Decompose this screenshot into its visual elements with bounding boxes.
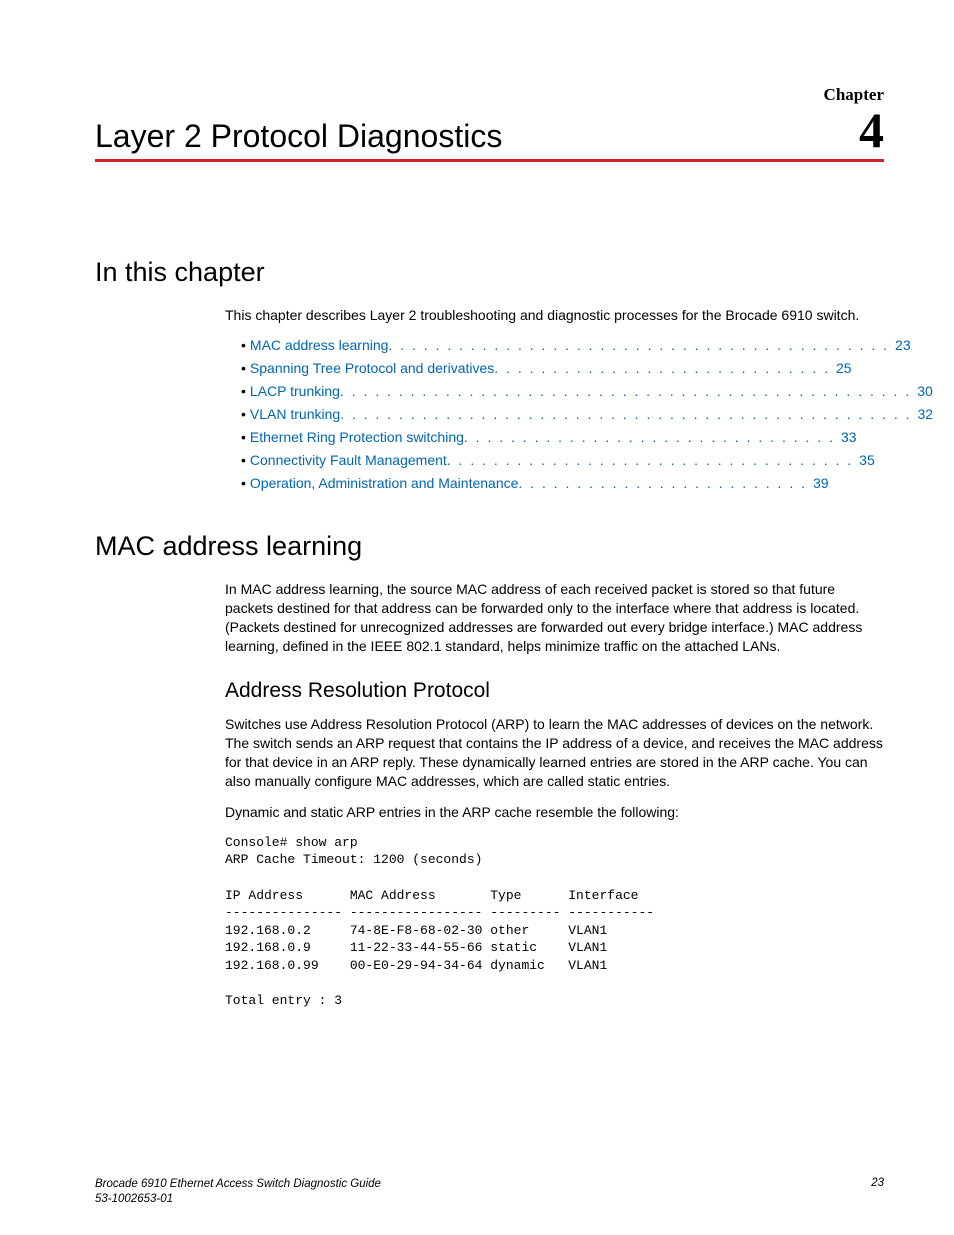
toc-leader: . . . . . . . . . . . . . . . . . . . . …: [447, 452, 853, 468]
bullet-icon: •: [241, 452, 246, 468]
bullet-icon: •: [241, 475, 246, 491]
toc-list: • MAC address learning . . . . . . . . .…: [241, 337, 884, 491]
toc-page[interactable]: 39: [813, 475, 829, 491]
toc-item: • MAC address learning . . . . . . . . .…: [241, 337, 884, 353]
toc-item: • Operation, Administration and Maintena…: [241, 475, 884, 491]
toc-page[interactable]: 23: [895, 337, 911, 353]
toc-leader: . . . . . . . . . . . . . . . . . . . . …: [518, 475, 807, 491]
footer-doc-number: 53-1002653-01: [95, 1192, 381, 1207]
toc-page[interactable]: 33: [841, 429, 857, 445]
toc-link-vlan-trunking[interactable]: VLAN trunking: [250, 406, 340, 422]
chapter-label: Chapter: [95, 85, 884, 105]
toc-leader: . . . . . . . . . . . . . . . . . . . . …: [494, 360, 830, 376]
console-output: Console# show arp ARP Cache Timeout: 120…: [225, 834, 884, 1009]
toc-link-connectivity-fault[interactable]: Connectivity Fault Management: [250, 452, 447, 468]
toc-page[interactable]: 35: [859, 452, 875, 468]
subsection-arp: Address Resolution Protocol: [225, 679, 884, 703]
toc-item: • Connectivity Fault Management . . . . …: [241, 452, 884, 468]
toc-link-spanning-tree[interactable]: Spanning Tree Protocol and derivatives: [250, 360, 494, 376]
arp-paragraph-2: Dynamic and static ARP entries in the AR…: [225, 803, 884, 822]
section-in-this-chapter: In this chapter: [95, 257, 884, 288]
section-mac-address-learning: MAC address learning: [95, 531, 884, 562]
toc-leader: . . . . . . . . . . . . . . . . . . . . …: [340, 383, 911, 399]
toc-page[interactable]: 30: [917, 383, 933, 399]
toc-item: • LACP trunking . . . . . . . . . . . . …: [241, 383, 884, 399]
footer-doc-title: Brocade 6910 Ethernet Access Switch Diag…: [95, 1177, 381, 1192]
mac-learning-paragraph: In MAC address learning, the source MAC …: [225, 580, 884, 656]
bullet-icon: •: [241, 383, 246, 399]
toc-link-oam[interactable]: Operation, Administration and Maintenanc…: [250, 475, 519, 491]
chapter-number: 4: [859, 105, 884, 155]
toc-leader: . . . . . . . . . . . . . . . . . . . . …: [388, 337, 889, 353]
bullet-icon: •: [241, 337, 246, 353]
footer-page-number: 23: [871, 1177, 884, 1207]
arp-paragraph-1: Switches use Address Resolution Protocol…: [225, 715, 884, 791]
toc-link-mac-address-learning[interactable]: MAC address learning: [250, 337, 389, 353]
toc-link-lacp-trunking[interactable]: LACP trunking: [250, 383, 340, 399]
intro-paragraph: This chapter describes Layer 2 troublesh…: [225, 306, 884, 325]
toc-leader: . . . . . . . . . . . . . . . . . . . . …: [464, 429, 835, 445]
bullet-icon: •: [241, 406, 246, 422]
toc-leader: . . . . . . . . . . . . . . . . . . . . …: [340, 406, 911, 422]
toc-page[interactable]: 25: [836, 360, 852, 376]
bullet-icon: •: [241, 429, 246, 445]
toc-page[interactable]: 32: [917, 406, 933, 422]
page-footer: Brocade 6910 Ethernet Access Switch Diag…: [95, 1177, 884, 1207]
toc-item: • Ethernet Ring Protection switching . .…: [241, 429, 884, 445]
toc-item: • Spanning Tree Protocol and derivatives…: [241, 360, 884, 376]
chapter-title: Layer 2 Protocol Diagnostics: [95, 118, 502, 155]
toc-item: • VLAN trunking . . . . . . . . . . . . …: [241, 406, 884, 422]
toc-link-ethernet-ring[interactable]: Ethernet Ring Protection switching: [250, 429, 464, 445]
bullet-icon: •: [241, 360, 246, 376]
title-row: Layer 2 Protocol Diagnostics 4: [95, 105, 884, 162]
